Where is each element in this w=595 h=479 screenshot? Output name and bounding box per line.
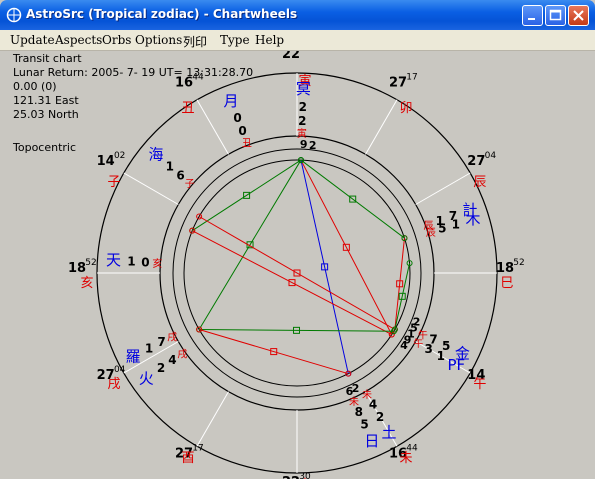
- inner-point-label: 9: [300, 138, 308, 151]
- planet-glyph: 日: [364, 432, 379, 450]
- menu-bar: Update Aspects Orbs Options 列印 Type Help: [0, 30, 595, 51]
- cusp-minutes: 04: [485, 151, 497, 161]
- house-cusp-line: [365, 99, 398, 155]
- inner-point-label: 2: [309, 139, 317, 152]
- planet-degree: 1: [437, 349, 445, 363]
- cusp-minutes: 52: [85, 258, 96, 268]
- planet-sign: 午: [413, 337, 423, 350]
- planet-minutes: 0: [238, 124, 246, 138]
- planet-degree: 2: [376, 410, 384, 424]
- planet-degree: 1: [145, 341, 153, 355]
- menu-orbs[interactable]: Orbs: [102, 33, 131, 47]
- cusp-sign: 巳: [500, 276, 513, 291]
- menu-help[interactable]: Help: [255, 33, 284, 47]
- aspect-line: [191, 230, 393, 335]
- minimize-button[interactable]: [522, 5, 543, 26]
- planet-degree: 1: [452, 217, 460, 231]
- planet-minutes: 7: [157, 335, 165, 349]
- menu-options[interactable]: Options: [135, 33, 182, 47]
- planet-minutes: 0: [141, 255, 149, 269]
- planet-glyph: 土: [381, 423, 396, 441]
- cusp-sign: 午: [473, 377, 486, 392]
- cusp-minutes: 04: [114, 365, 126, 375]
- app-window: AstroSrc (Tropical zodiac) - Chartwheels…: [0, 0, 595, 479]
- planet-glyph: PF: [448, 356, 466, 374]
- cusp-degree: 18: [496, 261, 514, 276]
- planet-minutes: 3: [424, 342, 432, 356]
- planet-sign: 亥: [152, 257, 162, 270]
- planet-degree: 5: [360, 418, 368, 432]
- planet-glyph: 天: [106, 251, 121, 269]
- menu-type[interactable]: Type: [220, 33, 250, 47]
- chart-wheel[interactable]: 2230寅2717卯2704辰1852巳14午1644未2230申2717酉27…: [0, 51, 595, 479]
- planet-sign: 辰: [426, 227, 436, 239]
- house-cusp-line: [415, 172, 471, 205]
- aspect-line: [191, 159, 302, 232]
- window-title: AstroSrc (Tropical zodiac) - Chartwheels: [26, 7, 298, 21]
- cusp-sign: 子: [108, 175, 121, 190]
- cusp-degree: 14: [97, 154, 115, 169]
- planet-degree: 1: [127, 254, 135, 268]
- menu-print[interactable]: 列印: [183, 33, 207, 50]
- planet-degree: 0: [233, 111, 241, 125]
- cusp-degree: 22: [282, 475, 300, 479]
- cusp-sign: 丑: [181, 101, 194, 116]
- planet-sign: 丑: [242, 138, 252, 149]
- planet-minutes: 6: [176, 168, 184, 182]
- cusp-minutes: 44: [192, 73, 204, 83]
- cusp-degree: 16: [175, 76, 193, 91]
- planet-sign: 戌: [167, 331, 177, 344]
- aspect-line: [300, 159, 349, 374]
- aspect-line: [198, 159, 302, 330]
- close-button[interactable]: [568, 5, 589, 26]
- aspect-line: [199, 329, 394, 332]
- planet-glyph: 冥: [296, 80, 311, 98]
- cusp-sign: 亥: [80, 276, 93, 291]
- planet-sign: 未: [362, 389, 372, 401]
- cusp-sign: 戌: [108, 377, 121, 392]
- chart-area[interactable]: Transit chart Lunar Return: 2005- 7- 19 …: [0, 51, 595, 479]
- cusp-degree: 22: [282, 51, 300, 62]
- cusp-degree: 27: [389, 76, 407, 91]
- cusp-sign: 未: [399, 451, 412, 466]
- close-icon: [573, 10, 584, 21]
- cusp-minutes: 30: [299, 51, 311, 54]
- planet-degree: 2: [157, 361, 165, 375]
- inner-point-label: 4: [400, 339, 408, 352]
- aspect-line: [198, 329, 349, 375]
- inner-point-label: 6: [346, 385, 354, 398]
- menu-aspects[interactable]: Aspects: [55, 33, 102, 47]
- cusp-sign: 辰: [473, 175, 486, 190]
- cusp-minutes: 17: [406, 73, 417, 83]
- house-cusp-line: [123, 172, 179, 205]
- minimize-icon: [528, 18, 535, 20]
- planet-glyph: 月: [224, 92, 239, 110]
- planet-minutes: 2: [298, 114, 306, 128]
- aspect-line: [300, 159, 393, 335]
- app-icon: [6, 7, 22, 23]
- menu-update[interactable]: Update: [10, 33, 55, 47]
- aspect-line: [198, 216, 396, 330]
- maximize-button[interactable]: [545, 5, 566, 26]
- title-bar[interactable]: AstroSrc (Tropical zodiac) - Chartwheels: [0, 0, 595, 30]
- planet-glyph: 木: [465, 210, 480, 228]
- planet-glyph: 火: [139, 370, 154, 388]
- planet-minutes: 5: [438, 222, 446, 236]
- house-cusp-line: [196, 391, 229, 447]
- planet-sign: 戌: [177, 347, 187, 360]
- cusp-minutes: 02: [114, 151, 125, 161]
- planet-minutes: 4: [168, 353, 176, 367]
- planet-sign: 子: [185, 178, 195, 190]
- cusp-sign: 卯: [399, 101, 412, 116]
- cusp-sign: 酉: [181, 451, 194, 466]
- cusp-minutes: 52: [513, 258, 524, 268]
- planet-glyph: 海: [149, 146, 164, 164]
- planet-degree: 2: [299, 100, 307, 114]
- cusp-degree: 18: [68, 261, 86, 276]
- planet-glyph: 羅: [126, 348, 141, 366]
- cusp-degree: 27: [467, 154, 485, 169]
- planet-degree: 1: [166, 159, 174, 173]
